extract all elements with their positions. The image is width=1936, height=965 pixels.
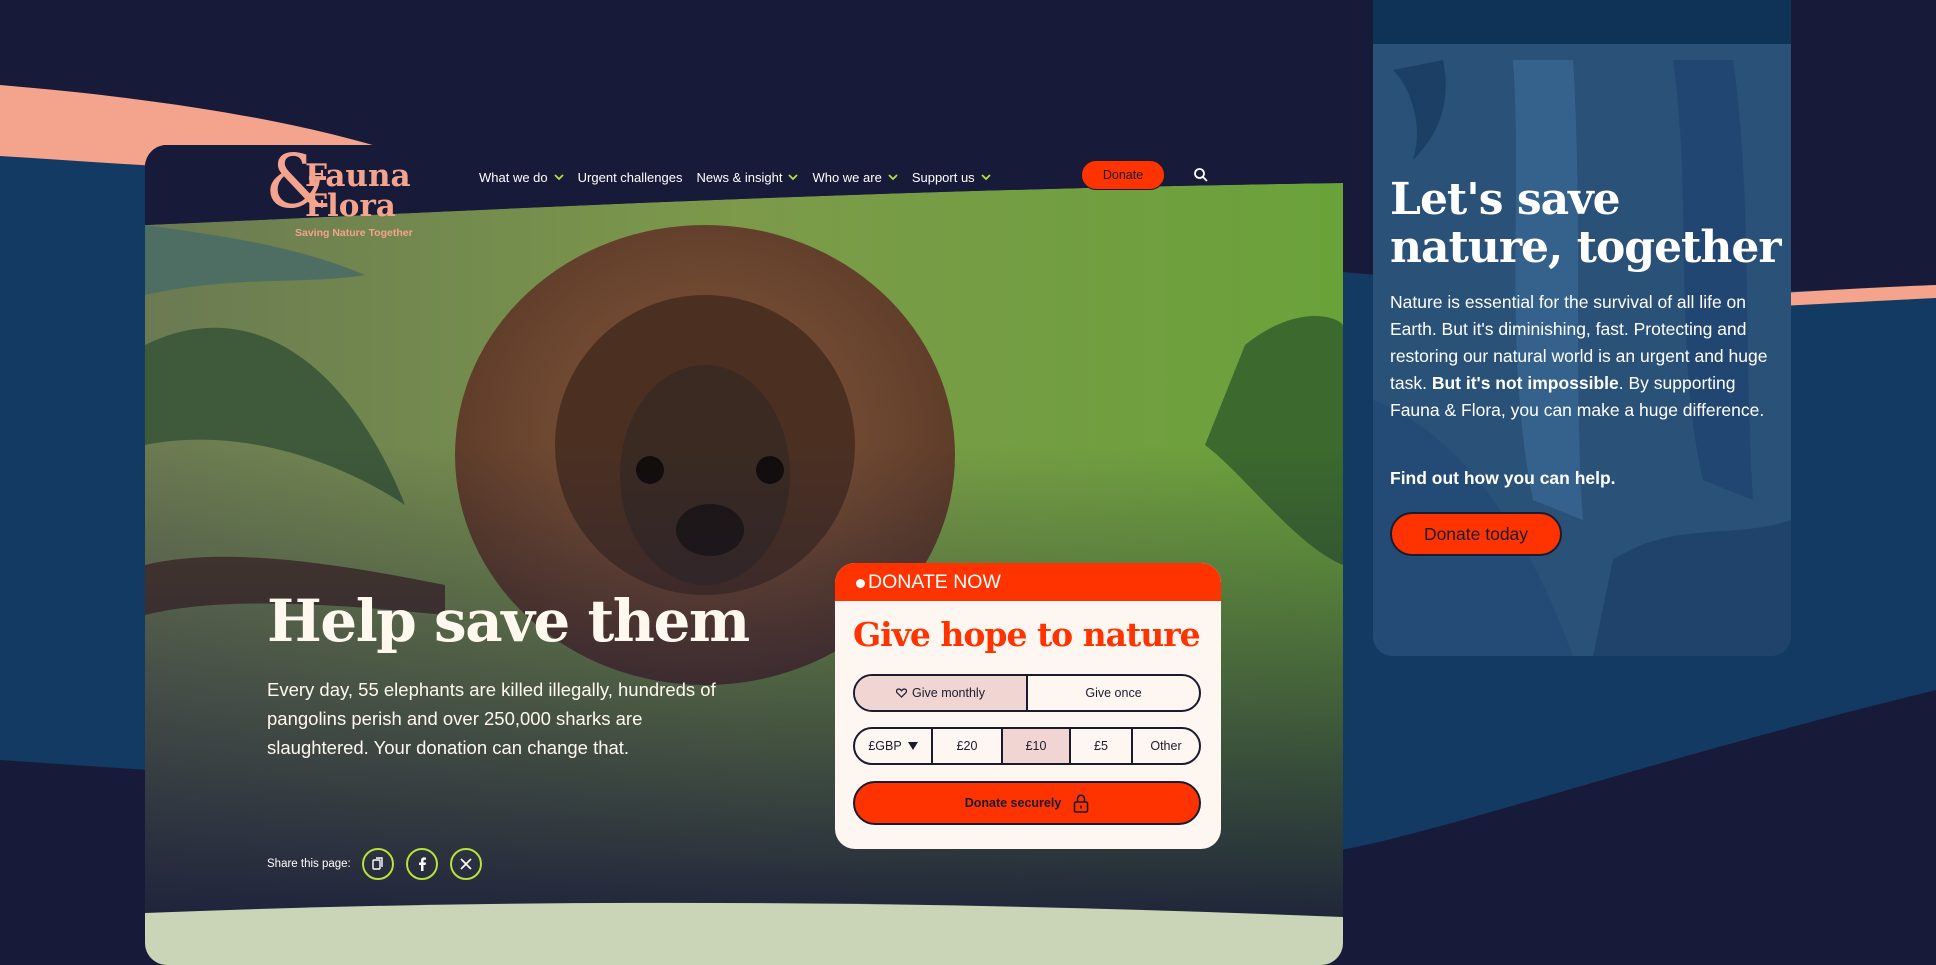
chevron-down-icon xyxy=(981,174,991,181)
donate-now-header: DONATE NOW xyxy=(835,563,1221,601)
fauna-flora-logo[interactable]: & Fauna Flora Saving Nature Together xyxy=(265,145,425,241)
donate-widget-title: Give hope to nature xyxy=(853,615,1201,654)
frequency-toggle: Give monthly Give once xyxy=(853,674,1201,712)
share-label: Share this page: xyxy=(267,858,351,870)
nav-item-urgent-challenges[interactable]: Urgent challenges xyxy=(578,167,683,187)
heart-icon xyxy=(896,688,908,698)
header-donate-button[interactable]: Donate xyxy=(1081,160,1165,190)
nav-item-support-us[interactable]: Support us xyxy=(912,167,991,187)
donate-securely-button[interactable]: Donate securely xyxy=(853,781,1201,825)
give-monthly-option[interactable]: Give monthly xyxy=(855,676,1028,710)
homepage-card: & Fauna Flora Saving Nature Together Wha… xyxy=(145,145,1343,965)
caret-down-icon xyxy=(907,742,918,750)
mission-panel: Let's save nature, together Nature is es… xyxy=(1373,0,1791,656)
amount-option-10[interactable]: £10 xyxy=(1003,729,1071,763)
mission-text: Nature is essential for the survival of … xyxy=(1390,292,1768,420)
currency-select[interactable]: £GBP xyxy=(855,729,933,763)
nav-item-who-we-are[interactable]: Who we are xyxy=(812,167,898,187)
x-share-button[interactable] xyxy=(449,848,482,880)
lock-icon xyxy=(1073,793,1089,813)
chevron-down-icon xyxy=(554,174,564,181)
chevron-down-icon xyxy=(788,174,799,181)
hero-title: Help save them xyxy=(267,587,750,655)
amount-option-other[interactable]: Other xyxy=(1133,729,1199,763)
amount-selector: £GBP £20 £10 £5 Other xyxy=(853,727,1201,765)
search-icon[interactable] xyxy=(1193,167,1209,183)
chevron-down-icon xyxy=(888,174,898,181)
donate-today-button[interactable]: Donate today xyxy=(1390,512,1562,556)
copy-link-button[interactable] xyxy=(361,848,394,880)
nav-item-news-insight[interactable]: News & insight xyxy=(696,167,799,187)
amount-option-5[interactable]: £5 xyxy=(1071,729,1133,763)
donate-widget: DONATE NOW Give hope to nature Give mont… xyxy=(835,563,1221,849)
copy-link-icon xyxy=(372,857,383,870)
mission-title: Let's save nature, together xyxy=(1390,174,1782,273)
main-nav: What we do Urgent challenges News & insi… xyxy=(479,167,1005,187)
facebook-share-button[interactable] xyxy=(405,848,438,880)
logo-tagline: Saving Nature Together xyxy=(295,227,413,239)
amount-option-20[interactable]: £20 xyxy=(933,729,1003,763)
nav-item-what-we-do[interactable]: What we do xyxy=(479,167,564,187)
mission-cta-text: Find out how you can help. xyxy=(1390,468,1616,488)
facebook-icon xyxy=(418,857,426,871)
live-dot-icon xyxy=(856,579,865,588)
hero-text: Every day, 55 elephants are killed illeg… xyxy=(267,679,716,758)
x-icon xyxy=(460,858,472,870)
share-bar: Share this page: xyxy=(267,848,494,880)
give-once-option[interactable]: Give once xyxy=(1028,676,1199,710)
